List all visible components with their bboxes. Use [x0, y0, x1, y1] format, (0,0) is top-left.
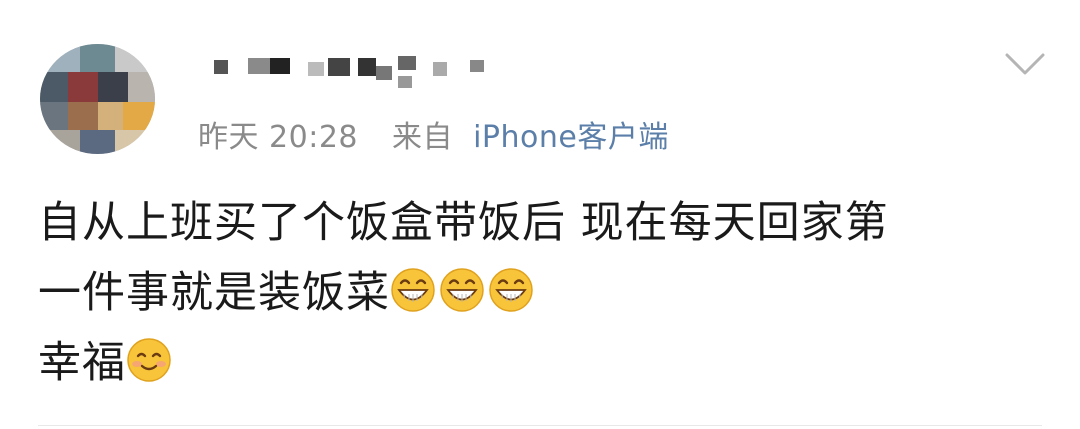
post-meta: 昨天 20:28 来自 iPhone客户端	[196, 112, 669, 156]
post-text-line: 幸福	[38, 328, 1048, 398]
post-timestamp: 昨天 20:28	[198, 120, 358, 155]
post-text-line: 一件事就是装饭菜	[38, 258, 1048, 328]
divider	[38, 425, 1042, 426]
more-options-button[interactable]	[1004, 48, 1046, 80]
post-text: 自从上班买了个饭盒带饭后 现在每天回家第	[38, 198, 889, 248]
smile-emoji-icon	[127, 338, 171, 382]
grin-emoji-icon	[391, 268, 435, 312]
chevron-down-icon	[1005, 53, 1045, 75]
grin-emoji-icon	[489, 268, 533, 312]
grin-emoji-icon	[440, 268, 484, 312]
username-obscured[interactable]	[208, 52, 498, 96]
post-text: 幸福	[38, 338, 126, 388]
post-text-line: 自从上班买了个饭盒带饭后 现在每天回家第	[38, 188, 1048, 258]
post-text: 一件事就是装饭菜	[38, 268, 390, 318]
avatar[interactable]	[40, 44, 155, 154]
source-label: 来自	[392, 120, 454, 155]
post-content: 自从上班买了个饭盒带饭后 现在每天回家第 一件事就是装饭菜 幸福	[38, 188, 1048, 398]
source-client-link[interactable]: iPhone客户端	[473, 120, 669, 155]
weibo-post: 昨天 20:28 来自 iPhone客户端 自从上班买了个饭盒带饭后 现在每天回…	[0, 0, 1080, 429]
